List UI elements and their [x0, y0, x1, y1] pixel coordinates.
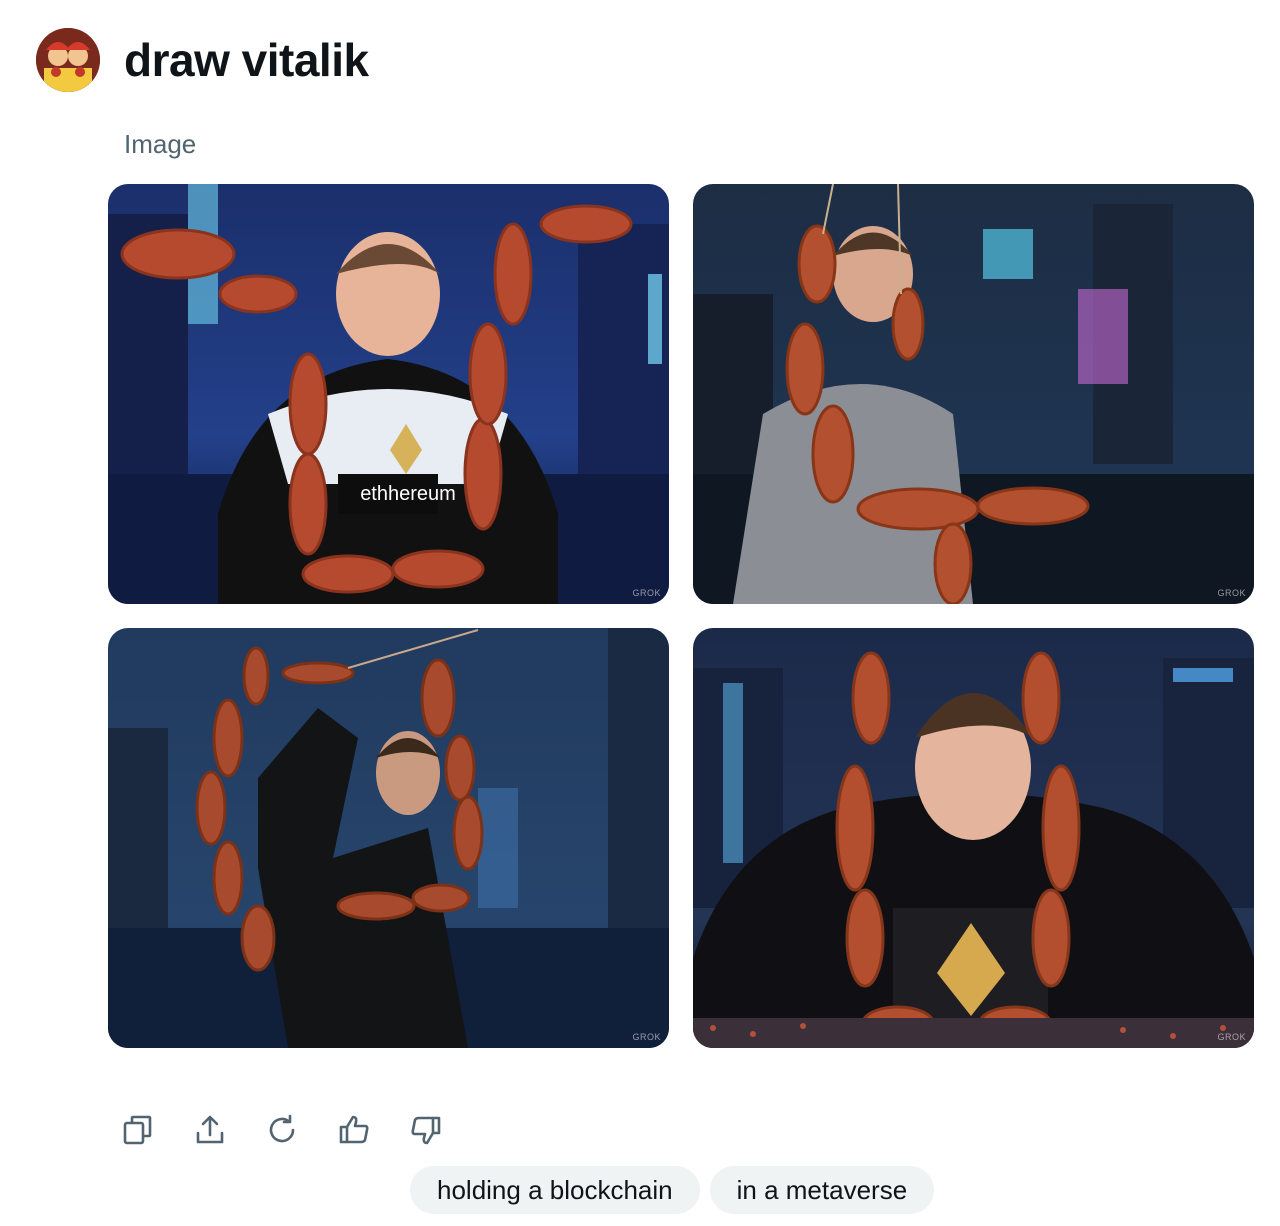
suggestion-chip-blockchain[interactable]: holding a blockchain [410, 1166, 700, 1214]
copy-icon[interactable] [120, 1110, 156, 1150]
grok-watermark: GROK [1217, 588, 1246, 598]
grok-watermark: GROK [632, 1032, 661, 1042]
suggestion-chips: holding a blockchain in a metaverse [410, 1166, 935, 1214]
grok-watermark: GROK [1217, 1032, 1246, 1042]
thumbs-up-icon[interactable] [336, 1110, 372, 1150]
result-type-label: Image [124, 129, 197, 159]
response-actions [120, 1108, 444, 1152]
image-grid: ethhereum GROK GROK GROK GROK [108, 184, 1254, 1048]
user-avatar-icon[interactable] [36, 28, 100, 92]
user-prompt: draw vitalik [124, 34, 369, 86]
generated-image-4[interactable]: GROK [693, 628, 1254, 1048]
generated-image-1[interactable]: ethhereum GROK [108, 184, 669, 604]
generated-image-2[interactable]: GROK [693, 184, 1254, 604]
generated-image-3[interactable]: GROK [108, 628, 669, 1048]
regenerate-icon[interactable] [264, 1110, 300, 1150]
grok-watermark: GROK [632, 588, 661, 598]
suggestion-chip-metaverse[interactable]: in a metaverse [709, 1166, 935, 1214]
thumbs-down-icon[interactable] [408, 1110, 444, 1150]
shirt-text: ethhereum [360, 483, 456, 505]
share-icon[interactable] [192, 1110, 228, 1150]
chat-response-page: draw vitalik Image ethhereum GROK GROK G… [0, 0, 1280, 1226]
